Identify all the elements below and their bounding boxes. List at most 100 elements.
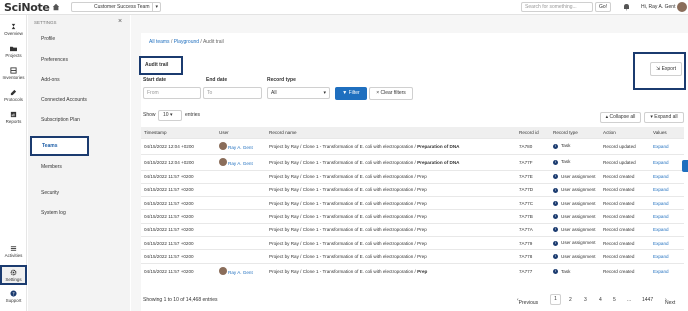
col-user[interactable]: User [216,127,266,138]
end-date-input[interactable]: To [203,87,262,99]
col-record-type[interactable]: Record type [550,127,600,138]
expand-link[interactable]: Expand [653,214,669,219]
scinote-logo[interactable]: SciNote [4,1,50,14]
col-action[interactable]: Action [600,127,650,138]
nav-activities[interactable]: Activities [0,245,27,258]
col-timestamp[interactable]: Timestamp [141,127,216,138]
page-5[interactable]: 5 [613,297,616,303]
cell-user [216,235,266,250]
nav-overview[interactable]: Overview [0,23,27,36]
home-icon[interactable] [52,3,60,11]
avatar[interactable] [677,2,687,12]
page-size-select[interactable]: 10 ▾ [158,110,182,121]
team-selector[interactable]: Customer Success Team ▾ [71,2,161,12]
cell-record-name: Project by Ray / Clone 1 - Transformatio… [266,182,516,197]
info-icon[interactable]: i [553,187,558,193]
page-1447[interactable]: 1447 [642,297,653,303]
go-button[interactable]: Go! [595,2,611,12]
cell-values: Expand [650,196,684,210]
info-icon[interactable]: i [553,254,558,260]
help-icon: ? [10,290,17,297]
nav-reports[interactable]: Reports [0,111,27,124]
info-icon[interactable]: i [553,143,558,149]
cell-record-id: 7A77A [516,222,550,237]
info-icon[interactable]: i [553,240,558,246]
clear-filters-button[interactable]: × Clear filters [369,87,413,100]
start-date-label: Start date [143,77,167,83]
expand-link[interactable]: Expand [653,201,669,206]
col-record-name[interactable]: Record name [266,127,516,138]
expand-link[interactable]: Expand [653,187,669,192]
user-greeting[interactable]: Hi, Ray A. Gent [641,4,675,10]
page-3[interactable]: 3 [584,297,587,303]
cell-record-id: 7A777 [516,262,550,280]
page-next[interactable]: Next › [665,297,675,306]
nav-projects[interactable]: Projects [0,45,27,58]
info-icon[interactable]: i [553,227,558,233]
expand-link[interactable]: Expand [653,174,669,179]
nav-label: Overview [4,31,23,36]
bell-icon[interactable] [623,3,630,11]
cell-action: Record created [600,262,650,280]
cell-user: Ray A. Gent [216,153,266,170]
nav-label: Support [5,298,22,303]
settings-panel: SETTINGS × Profile Preferences Add-ons C… [28,15,130,311]
cell-values: Expand [650,262,684,280]
page-2[interactable]: 2 [569,297,572,303]
export-icon: ⇲ [655,66,661,72]
nav-inventories[interactable]: Inventories [0,67,27,80]
settings-item-addons[interactable]: Add-ons [41,77,60,83]
breadcrumb-all-teams[interactable]: All teams [149,39,170,45]
info-icon[interactable]: i [553,200,558,206]
page-4[interactable]: 4 [599,297,602,303]
breadcrumb-current: Audit trail [202,39,224,45]
cell-record-id: 7A77E [516,169,550,184]
settings-item-preferences[interactable]: Preferences [41,57,68,63]
expand-link[interactable]: Expand [653,254,669,259]
expand-link[interactable]: Expand [653,160,669,165]
settings-item-teams[interactable]: Teams [30,136,89,156]
settings-item-connected-accounts[interactable]: Connected Accounts [41,97,87,103]
col-values[interactable]: Values [650,127,684,138]
entries-label: entries [185,112,201,118]
col-record-id[interactable]: Record id [516,127,550,138]
start-date-input[interactable]: From [143,87,201,99]
settings-header: SETTINGS [34,20,57,25]
settings-item-subscription[interactable]: Subscription Plan [41,117,80,123]
info-icon[interactable]: i [553,159,558,165]
collapse-all-button[interactable]: ▴ Collapse all [600,112,641,123]
settings-item-members[interactable]: Members [41,164,62,170]
record-type-text: Task [561,143,571,149]
user-link[interactable]: Ray A. Gent [228,161,253,166]
search-input[interactable]: Search for something... [521,2,593,12]
user-link[interactable]: Ray A. Gent [228,270,253,275]
expand-link[interactable]: Expand [653,241,669,246]
settings-item-security[interactable]: Security [41,190,59,196]
nav-settings[interactable]: Settings [0,265,27,285]
close-icon[interactable]: × [118,18,122,25]
expand-link[interactable]: Expand [653,227,669,232]
breadcrumb-playground[interactable]: Playground [174,39,199,45]
nav-support[interactable]: ? Support [0,290,27,303]
info-icon[interactable]: i [553,268,558,274]
cell-action: Record created [600,235,650,250]
settings-item-profile[interactable]: Profile [41,36,55,42]
export-button[interactable]: ⇲ Export [650,62,682,76]
info-icon[interactable]: i [553,214,558,220]
side-panel-tab[interactable] [682,160,688,172]
filter-button[interactable]: ▼ Filter [335,87,367,100]
nav-protocols[interactable]: Protocols [0,89,27,102]
record-type-text: User assignment [561,227,596,233]
table-header-row: Timestamp User Record name Record id Rec… [141,127,684,138]
expand-link[interactable]: Expand [653,269,669,274]
expand-all-button[interactable]: ▾ Expand all [644,112,684,123]
user-link[interactable]: Ray A. Gent [228,145,253,150]
expand-link[interactable]: Expand [653,144,669,149]
page-1[interactable]: 1 [550,294,561,305]
cell-record-name: Project by Ray / Clone 1 - Transformatio… [266,196,516,210]
info-icon[interactable]: i [553,174,558,180]
table-row: 04/15/2022 11:57 +0200 Ray A. Gent Project… [141,262,684,280]
page-previous[interactable]: ‹ Previous [517,297,538,306]
record-type-select[interactable]: All ▾ [267,87,330,99]
settings-item-system-log[interactable]: System log [41,210,66,216]
